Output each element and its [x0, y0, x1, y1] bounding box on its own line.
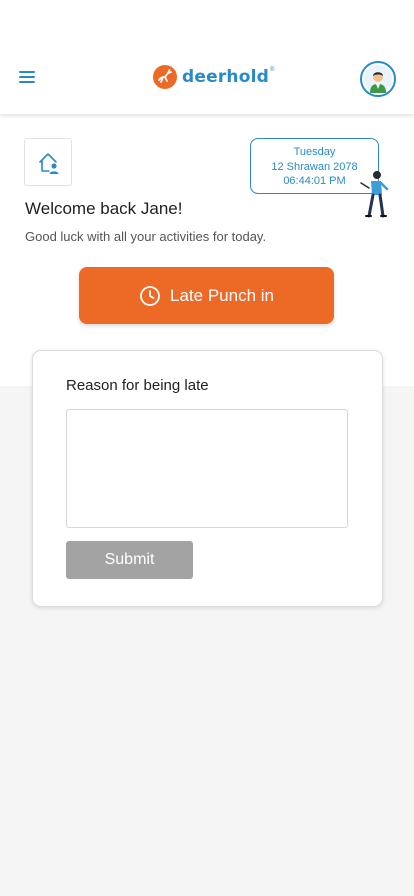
- registered-mark: ®: [270, 67, 275, 73]
- hamburger-menu-icon[interactable]: [19, 70, 35, 84]
- home-user-tile[interactable]: [24, 138, 72, 186]
- welcome-subtitle: Good luck with all your activities for t…: [25, 229, 267, 244]
- welcome-heading: Welcome back Jane!: [25, 199, 183, 218]
- app-header: deerhold ®: [0, 0, 414, 114]
- user-avatar-button[interactable]: [360, 61, 396, 97]
- person-illustration: [360, 171, 389, 218]
- reason-textarea[interactable]: [66, 409, 348, 528]
- brand-logo: deerhold ®: [153, 64, 274, 90]
- reason-label: Reason for being late: [66, 377, 209, 394]
- submit-button[interactable]: Submit: [66, 541, 193, 579]
- brand-name: deerhold: [182, 67, 269, 87]
- late-punch-in-label: Late Punch in: [170, 285, 274, 305]
- day-label: Tuesday: [293, 146, 336, 158]
- clock-icon: [140, 285, 160, 306]
- late-reason-card: Reason for being late Submit: [32, 350, 383, 607]
- user-avatar-icon: [364, 65, 392, 93]
- late-punch-in-button[interactable]: Late Punch in: [79, 267, 334, 324]
- home-user-icon: [39, 153, 59, 174]
- deer-logo-icon: [153, 65, 177, 89]
